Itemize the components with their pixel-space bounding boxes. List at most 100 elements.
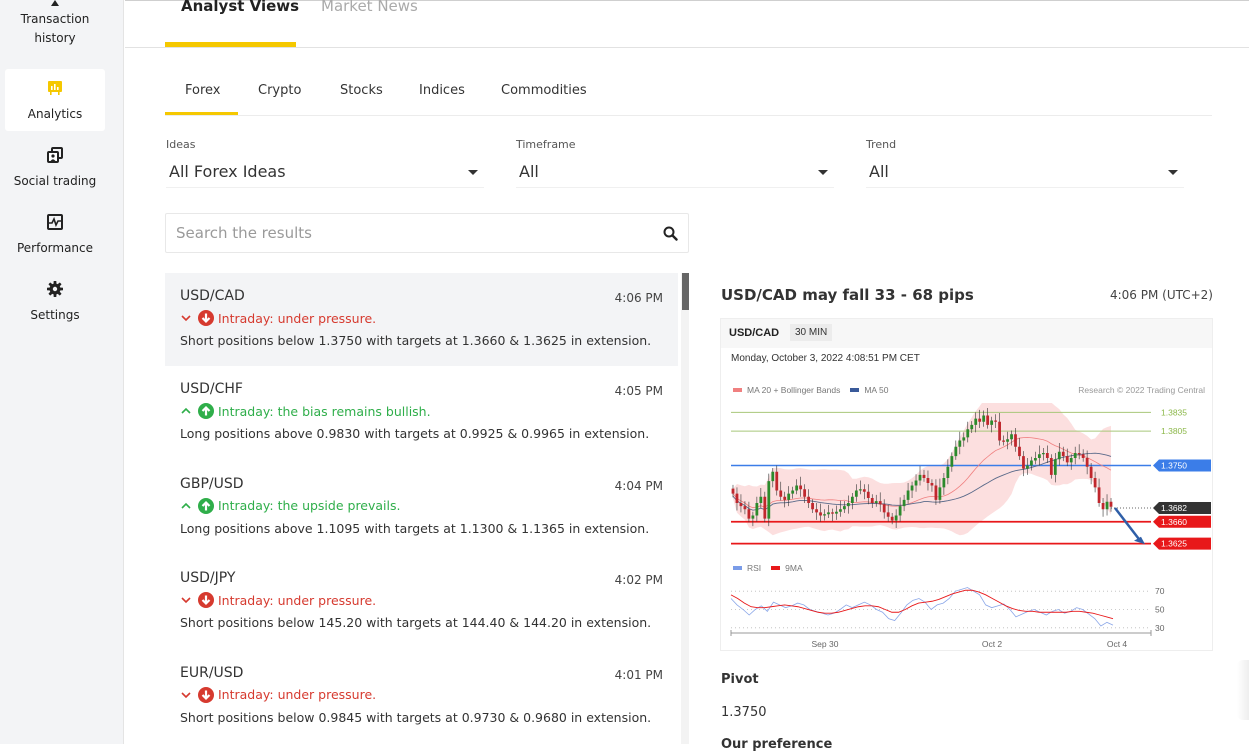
x-tick-label: Sep 30 [812,639,839,649]
candle-body [811,503,814,510]
candle-body [1026,465,1029,469]
candle-body [886,512,890,517]
active-subtab-indicator [165,112,238,115]
candle-body [843,506,846,510]
legend-swatch-9ma [771,566,781,570]
candle-body [934,485,938,500]
x-tick-label: Oct 2 [982,639,1003,649]
candle-body [731,488,735,494]
legend-label-ma20: MA 20 + Bollinger Bands [747,385,841,395]
candle-body [918,474,922,481]
idea-trend: Intraday: under pressure. [180,591,663,609]
legend-label-rsi: RSI [747,563,762,573]
candle-body [846,503,850,507]
chevron-down-icon[interactable] [180,312,192,324]
tab-market-news[interactable]: Market News [321,0,418,15]
level-label: 1.3805 [1161,426,1187,436]
sidebar: Transaction history Analytics Social tra… [0,0,124,744]
caret-down-icon [468,170,478,175]
search-icon[interactable] [663,226,678,241]
side-handle[interactable] [1237,660,1249,720]
sidebar-item-settings[interactable]: Settings [5,280,105,325]
tab-forex[interactable]: Forex [185,83,221,98]
candle-body [974,418,978,425]
candle-body [787,493,791,500]
level-label: 1.3835 [1161,407,1187,417]
sidebar-item-transaction-history[interactable]: Transaction history [5,0,105,48]
chart-date: Monday, October 3, 2022 4:08:51 PM CET [731,353,920,364]
search-input[interactable] [166,214,636,252]
idea-time: 4:05 PM [614,384,663,398]
chart-symbol: USD/CAD [729,327,780,339]
candle-body [791,490,795,494]
idea-trend: Intraday: under pressure. [180,686,663,704]
timeframe-select[interactable]: All [516,162,834,188]
ideas-list: USD/CAD 4:06 PM Intraday: under pressure. S… [165,273,678,744]
rsi-line [730,587,1114,627]
sidebar-item-label: Social trading [13,174,97,188]
sidebar-item-performance[interactable]: Performance [5,213,105,258]
candle-body [827,512,830,515]
candle-body [1002,440,1005,442]
chevron-up-icon[interactable] [180,405,192,417]
candle-body [779,490,783,497]
candle-body [990,420,994,425]
candle-body [954,446,958,457]
asset-class-tabs: Forex Crypto Stocks Indices Commodities [165,78,1212,116]
idea-list-item[interactable]: EUR/USD 4:01 PM Intraday: under pressure. S… [165,650,678,745]
candle-body [906,490,910,500]
tab-commodities[interactable]: Commodities [501,83,587,98]
idea-time: 4:06 PM [614,291,663,305]
candle-body [1061,451,1065,457]
chevron-down-icon[interactable] [180,689,192,701]
candle-body [755,503,759,516]
chevron-down-icon[interactable] [180,594,192,606]
candle-body [1073,453,1077,458]
candle-body [926,478,930,483]
candle-body [946,466,950,478]
candle-body [1022,456,1025,469]
candle-body [1010,434,1013,440]
main-tabs: Analyst Views Market News [125,0,1249,48]
sidebar-item-social-trading[interactable]: Social trading [5,146,105,191]
ideas-select[interactable]: All Forex Ideas [166,162,484,188]
list-scrollbar-thumb[interactable] [682,273,689,310]
sidebar-item-analytics[interactable]: Analytics [5,69,105,131]
candle-body [1085,458,1089,467]
candle-body [1089,466,1093,478]
gear-icon [47,281,63,297]
candle-body [839,509,842,512]
tab-crypto[interactable]: Crypto [258,83,301,98]
idea-description: Long positions above 0.9830 with targets… [180,426,650,441]
candle-body [743,506,747,510]
candle-body [1018,446,1021,457]
idea-list-item[interactable]: GBP/USD 4:04 PM Intraday: the upside preva… [165,461,678,556]
tab-analyst-views[interactable]: Analyst Views [181,0,299,15]
candle-body [870,498,874,503]
idea-list-item[interactable]: USD/CAD 4:06 PM Intraday: under pressure. S… [165,273,678,366]
active-tab-indicator [165,42,296,47]
list-scrollbar[interactable] [681,273,689,744]
candle-body [1014,434,1017,447]
candle-body [850,496,854,503]
analytics-icon [48,81,62,95]
candle-body [1045,453,1049,458]
idea-list-item[interactable]: USD/JPY 4:02 PM Intraday: under pressure. S… [165,555,678,650]
trend-select[interactable]: All [866,162,1184,188]
pivot-value: 1.3750 [721,705,767,720]
idea-list-item[interactable]: USD/CHF 4:05 PM Intraday: the bias remains… [165,366,678,461]
legend-swatch-rsi [733,566,742,570]
chevron-up-icon[interactable] [180,500,192,512]
chart-header: USD/CAD 30 MIN [721,319,1212,348]
candle-body [902,499,906,507]
candle-body [795,485,799,491]
idea-trend-text: Intraday: under pressure. [218,687,377,702]
tab-indices[interactable]: Indices [419,83,465,98]
level-label: 1.3625 [1161,539,1187,549]
candle-body [831,512,834,514]
chart-timeframe: 30 MIN [790,324,833,341]
legend-label-9ma: 9MA [785,563,803,573]
candle-body [771,471,775,482]
legend-label-ma50: MA 50 [864,385,889,395]
tab-stocks[interactable]: Stocks [340,83,383,98]
